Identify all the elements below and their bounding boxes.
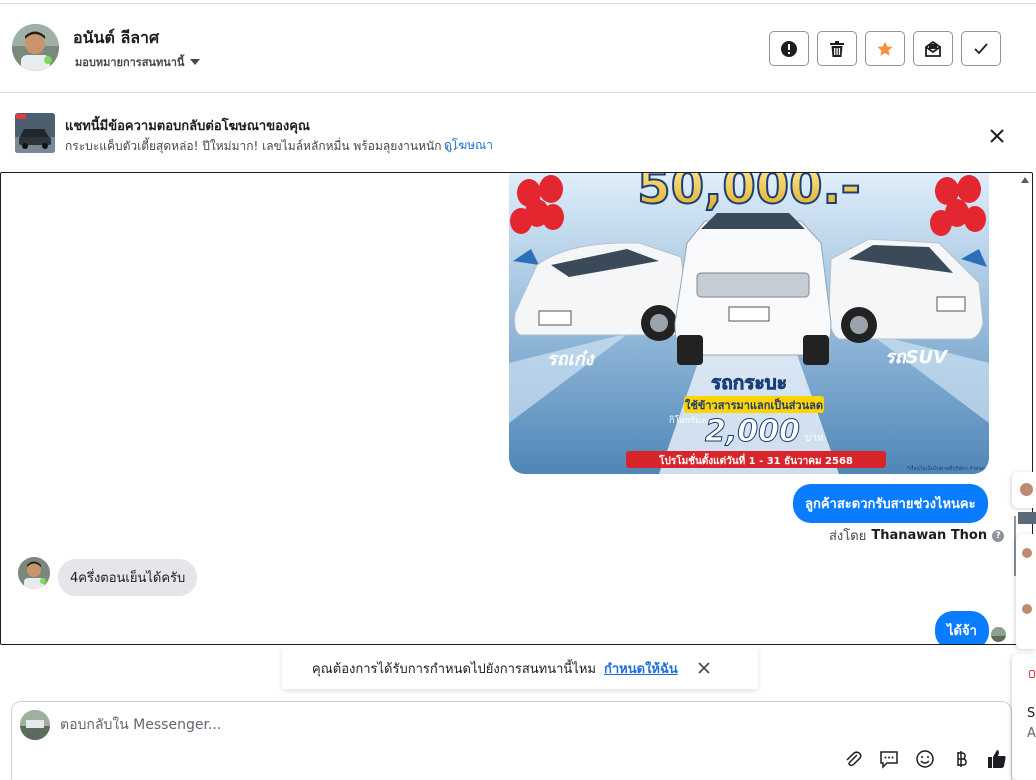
ad-right-label: รถSUV <box>885 347 949 368</box>
check-icon <box>974 42 988 54</box>
baht-icon[interactable] <box>950 748 972 770</box>
toast-text: คุณต้องการได้รับการกำหนดไปยังการสนทนานี้… <box>312 661 596 677</box>
ad-promo-line: ใช้ข้าวสารมาแลกเป็นส่วนลด <box>685 398 823 412</box>
ad-price: 2,000 <box>705 414 800 449</box>
sent-by-line: ส่งโดย Thanawan Thon ? <box>829 525 1005 546</box>
side-profile-card[interactable]: S A <box>1012 654 1036 780</box>
ad-banner-description: กระบะแค็บตัวเตี้ยสุดหล่อ! ปีใหม่มาก! เลข… <box>65 139 457 153</box>
side-avatar <box>1022 548 1032 558</box>
outgoing-message[interactable]: ได้จ้า <box>935 611 989 644</box>
ad-left-label: รถเก๋ง <box>547 349 596 370</box>
ad-period: โปรโมชั่นตั้งแต่วันที่ 1 - 31 ธันวาคม 25… <box>658 453 853 467</box>
report-button[interactable] <box>769 31 809 66</box>
trash-icon <box>830 40 844 57</box>
conversation-header: อนันต์ ลีลาศ มอบหมายการสนทนานี้ <box>0 4 1036 93</box>
ad-image-message[interactable]: 50,000.- รถเก๋ง รถSUV รถกระบะ ใช้ข้าวสาร… <box>509 173 989 474</box>
side-letter: S <box>1027 706 1036 721</box>
reply-input[interactable] <box>60 714 760 736</box>
mark-unread-icon <box>925 40 941 57</box>
view-ad-link[interactable]: ดูโฆษณา <box>444 136 493 155</box>
attach-icon[interactable] <box>842 748 864 770</box>
close-icon[interactable] <box>986 125 1008 147</box>
report-icon <box>781 40 797 57</box>
ad-banner-title: แชทนี้มีข้อความตอบกลับต่อโฆษณาของคุณ <box>65 119 310 134</box>
assign-conversation-dropdown[interactable]: มอบหมายการสนทนานี้ <box>75 53 201 71</box>
conversation-actions <box>769 31 1001 66</box>
delete-button[interactable] <box>817 31 857 66</box>
close-icon[interactable] <box>696 660 712 676</box>
mark-unread-button[interactable] <box>913 31 953 66</box>
assign-reminder-toast: คุณต้องการได้รับการกำหนดไปยังการสนทนานี้… <box>282 647 758 689</box>
sent-by-name: Thanawan Thon <box>871 528 988 543</box>
mark-done-button[interactable] <box>961 31 1001 66</box>
caret-down-icon <box>190 59 201 65</box>
side-avatar <box>1022 604 1032 614</box>
ad-headline: 50,000.- <box>637 173 860 215</box>
side-chat-list[interactable] <box>1016 534 1036 649</box>
scroll-up-arrow-icon[interactable] <box>1021 177 1029 183</box>
outgoing-message[interactable]: ลูกค้าสะดวกรับสายช่วงไหนคะ <box>793 484 988 523</box>
saved-reply-icon[interactable] <box>878 748 900 770</box>
side-chat-heads: S A <box>1012 472 1036 780</box>
assign-to-me-link[interactable]: กำหนดให้ฉัน <box>604 658 678 679</box>
inbox-conversation-view: อนันต์ ลีลาศ มอบหมายการสนทนานี้ แชทนี้มี… <box>0 0 1036 780</box>
ad-thumbnail <box>15 113 55 153</box>
side-avatar <box>1020 483 1033 496</box>
ad-price-unit: บาท <box>805 433 824 444</box>
composer-toolbar <box>842 748 1008 770</box>
star-button[interactable] <box>865 31 905 66</box>
emoji-icon[interactable] <box>914 748 936 770</box>
star-icon <box>877 41 893 56</box>
contact-avatar-small[interactable] <box>18 557 50 589</box>
ad-fine-print: *เงื่อนไขเป็นไปตามที่บริษัทฯ กำหนด <box>907 464 985 472</box>
page-avatar <box>20 710 50 740</box>
seen-avatar <box>991 627 1006 642</box>
side-badge-icon <box>1029 670 1035 678</box>
contact-avatar[interactable] <box>12 24 59 71</box>
sent-by-prefix: ส่งโดย <box>829 529 867 544</box>
info-icon[interactable]: ? <box>992 529 1005 542</box>
side-thumbnail <box>1018 512 1036 524</box>
ad-referral-banner: แชทนี้มีข้อความตอบกลับต่อโฆษณาของคุณ กระ… <box>0 93 1036 172</box>
message-thread[interactable]: 50,000.- รถเก๋ง รถSUV รถกระบะ ใช้ข้าวสาร… <box>0 172 1033 645</box>
reply-composer <box>11 701 1012 780</box>
contact-name: อนันต์ ลีลาศ <box>73 28 160 47</box>
assign-label: มอบหมายการสนทนานี้ <box>75 56 185 69</box>
side-letter: A <box>1027 726 1036 741</box>
like-icon[interactable] <box>986 748 1008 770</box>
incoming-message[interactable]: 4ครึ่งตอนเย็นได้ครับ <box>58 559 198 596</box>
side-chat-card[interactable] <box>1012 472 1036 508</box>
ad-center-label: รถกระบะ <box>711 372 787 394</box>
